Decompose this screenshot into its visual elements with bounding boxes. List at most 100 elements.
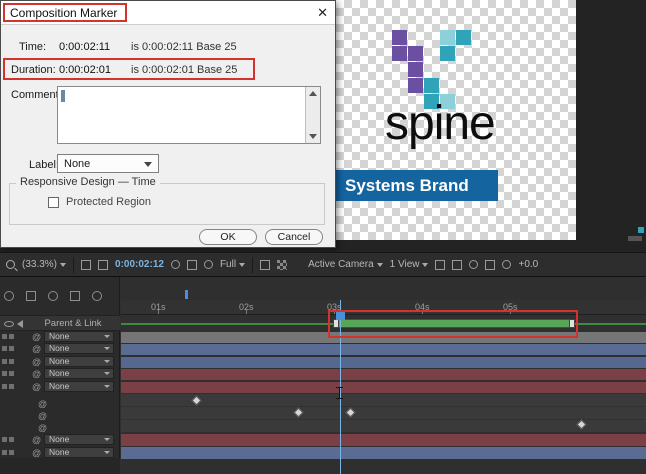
zoom-level-dropdown[interactable]: (33.3%) bbox=[22, 259, 66, 270]
camera-view-dropdown[interactable]: Active Camera bbox=[308, 259, 383, 270]
motion-blur-icon[interactable] bbox=[92, 291, 102, 301]
zoom-level-value: (33.3%) bbox=[22, 259, 57, 270]
logo-pixel bbox=[440, 46, 455, 61]
viewer-scrollbar[interactable] bbox=[628, 236, 642, 241]
parent-dropdown[interactable]: None bbox=[44, 368, 114, 379]
ruler-tick bbox=[246, 310, 247, 314]
audio-switch-icon[interactable] bbox=[9, 334, 14, 339]
parent-dropdown[interactable]: None bbox=[44, 356, 114, 367]
parent-dropdown[interactable]: None bbox=[44, 434, 114, 445]
property-row: @ bbox=[0, 422, 120, 434]
flowchart-icon[interactable] bbox=[485, 260, 495, 270]
layer-bar[interactable] bbox=[121, 344, 646, 355]
exposure-value[interactable]: +0.0 bbox=[518, 259, 538, 270]
scroll-down-icon[interactable] bbox=[309, 134, 317, 139]
layer-bar[interactable] bbox=[121, 382, 646, 393]
audio-switch-icon[interactable] bbox=[9, 437, 14, 442]
layer-bar[interactable] bbox=[121, 434, 646, 446]
audio-switch-icon[interactable] bbox=[9, 450, 14, 455]
timeline-left-footer bbox=[0, 458, 120, 474]
logo-pixel bbox=[408, 78, 423, 93]
audio-switch-icon[interactable] bbox=[9, 371, 14, 376]
view-layout-dropdown[interactable]: 1 View bbox=[390, 259, 429, 270]
frame-blending-icon[interactable] bbox=[70, 291, 80, 301]
transparency-grid-icon[interactable] bbox=[277, 260, 287, 270]
draft-3d-icon[interactable] bbox=[26, 291, 36, 301]
pickwhip-icon[interactable]: @ bbox=[38, 423, 47, 433]
parent-dropdown[interactable]: None bbox=[44, 381, 114, 392]
parent-dropdown[interactable]: None bbox=[44, 447, 114, 458]
label-dropdown[interactable]: None bbox=[57, 154, 159, 173]
parent-dropdown[interactable]: None bbox=[44, 343, 114, 354]
layer-bar[interactable] bbox=[121, 369, 646, 380]
snapshot-icon[interactable] bbox=[171, 260, 180, 269]
work-area-marker[interactable] bbox=[185, 290, 188, 299]
audio-switch-icon[interactable] bbox=[9, 384, 14, 389]
timeline-track-area: 01s 02s 03s 04s 05s bbox=[121, 277, 646, 474]
parent-dropdown[interactable]: None bbox=[44, 331, 114, 342]
current-time-display[interactable]: 0:00:02:12 bbox=[115, 259, 164, 270]
pickwhip-icon[interactable]: @ bbox=[32, 448, 41, 458]
video-switch-icon[interactable] bbox=[2, 334, 7, 339]
audio-switch-icon[interactable] bbox=[9, 346, 14, 351]
dialog-titlebar[interactable]: Composition Marker ✕ bbox=[1, 1, 335, 25]
comment-scrollbar[interactable] bbox=[305, 87, 320, 143]
parent-dropdown-value: None bbox=[49, 368, 69, 378]
pickwhip-icon[interactable]: @ bbox=[38, 399, 47, 409]
duration-value[interactable]: 0:00:02:01 bbox=[59, 64, 111, 76]
pickwhip-icon[interactable]: @ bbox=[38, 411, 47, 421]
separator bbox=[73, 257, 74, 273]
resolution-dropdown[interactable]: Full bbox=[220, 259, 245, 270]
audio-switch-icon[interactable] bbox=[9, 359, 14, 364]
chevron-down-icon bbox=[104, 451, 110, 454]
pickwhip-icon[interactable]: @ bbox=[32, 369, 41, 379]
video-switch-icon[interactable] bbox=[2, 371, 7, 376]
ok-button[interactable]: OK bbox=[199, 229, 257, 245]
logo-pixel bbox=[408, 62, 423, 77]
fast-previews-icon[interactable] bbox=[452, 260, 462, 270]
property-row: @ bbox=[0, 410, 120, 422]
pickwhip-icon[interactable]: @ bbox=[32, 382, 41, 392]
audio-icon bbox=[17, 320, 23, 328]
chevron-down-icon bbox=[104, 335, 110, 338]
protected-region-checkbox[interactable] bbox=[48, 197, 59, 208]
show-channel-icon[interactable] bbox=[204, 260, 213, 269]
parent-dropdown-value: None bbox=[49, 343, 69, 353]
video-switch-icon[interactable] bbox=[2, 359, 7, 364]
close-icon[interactable]: ✕ bbox=[317, 5, 328, 21]
magnification-icon[interactable] bbox=[6, 260, 15, 269]
annotation-box-title bbox=[3, 3, 127, 22]
pickwhip-icon[interactable]: @ bbox=[32, 357, 41, 367]
duration-label: Duration: bbox=[11, 64, 56, 76]
region-of-interest-icon[interactable] bbox=[260, 260, 270, 270]
scroll-up-icon[interactable] bbox=[309, 91, 317, 96]
pickwhip-icon[interactable]: @ bbox=[32, 332, 41, 342]
hide-shy-layers-icon[interactable] bbox=[48, 291, 58, 301]
video-switch-icon[interactable] bbox=[2, 450, 7, 455]
timeline-button-icon[interactable] bbox=[469, 260, 478, 269]
composition-mini-flowchart-icon[interactable] bbox=[4, 291, 14, 301]
video-switch-icon[interactable] bbox=[2, 346, 7, 351]
chevron-down-icon bbox=[104, 372, 110, 375]
pickwhip-icon[interactable]: @ bbox=[32, 435, 41, 445]
grid-guides-icon[interactable] bbox=[81, 260, 91, 270]
cancel-button[interactable]: Cancel bbox=[265, 229, 323, 245]
timeline-column-header: Parent & Link bbox=[0, 315, 120, 331]
show-snapshot-icon[interactable] bbox=[187, 260, 197, 270]
mask-visibility-icon[interactable] bbox=[98, 260, 108, 270]
annotation-box-marker bbox=[328, 310, 578, 338]
timeline-left-panel: Parent & Link @ None @ None bbox=[0, 277, 120, 474]
video-switch-icon[interactable] bbox=[2, 384, 7, 389]
layer-bar[interactable] bbox=[121, 357, 646, 368]
logo-pixel bbox=[392, 30, 407, 45]
brand-banner: Systems Brand bbox=[336, 170, 498, 201]
reset-exposure-icon[interactable] bbox=[502, 260, 511, 269]
pickwhip-icon[interactable]: @ bbox=[32, 344, 41, 354]
parent-dropdown-value: None bbox=[49, 447, 69, 457]
pixel-aspect-icon[interactable] bbox=[435, 260, 445, 270]
layer-bar[interactable] bbox=[121, 447, 646, 459]
time-value[interactable]: 0:00:02:11 bbox=[59, 41, 110, 53]
layer-controls-row: @ None bbox=[0, 381, 120, 393]
video-switch-icon[interactable] bbox=[2, 437, 7, 442]
comment-textarea[interactable] bbox=[57, 86, 321, 144]
